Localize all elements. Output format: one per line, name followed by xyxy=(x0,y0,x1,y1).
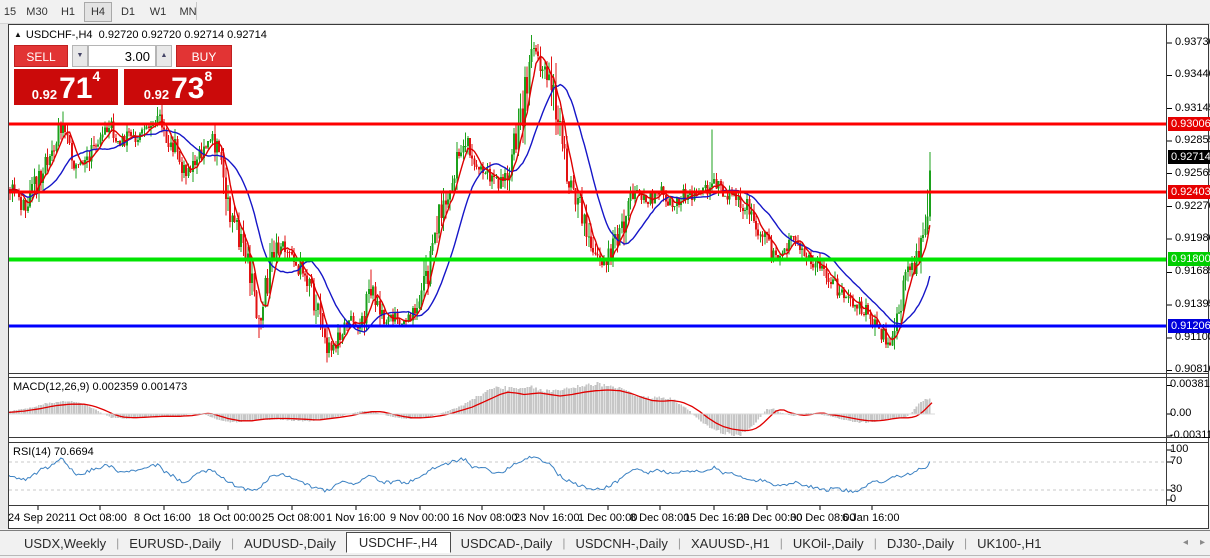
rsi-tick: 70 xyxy=(1170,455,1182,467)
time-tick: 23 Nov 16:00 xyxy=(514,512,579,524)
buy-price-tile[interactable]: 0.92 73 8 xyxy=(124,69,232,105)
tab-scroll-left-icon[interactable]: ◂ xyxy=(1183,537,1188,548)
macd-tick: 0.003811 xyxy=(1170,378,1210,390)
volume-increase-button[interactable]: ▲ xyxy=(156,45,172,67)
level-price-badge: 0.91800 xyxy=(1168,252,1210,266)
time-tick: 1 Dec 00:00 xyxy=(578,512,637,524)
volume-input[interactable] xyxy=(88,45,156,67)
rsi-tick: 100 xyxy=(1170,443,1188,455)
time-tick: 24 Sep 2021 xyxy=(8,512,70,524)
rsi-value: 70.6694 xyxy=(54,446,94,458)
chart-tab-xauusd-h1[interactable]: XAUUSD-,H1 xyxy=(681,534,780,553)
price-tick: 0.91395 xyxy=(1175,298,1210,310)
buy-price-prefix: 0.92 xyxy=(144,87,169,102)
chart-tab-usdcad-daily[interactable]: USDCAD-,Daily xyxy=(451,534,563,553)
time-tick: 8 Oct 16:00 xyxy=(134,512,191,524)
tab-scroll-right-icon[interactable]: ▸ xyxy=(1200,537,1205,548)
chart-tab-audusd-daily[interactable]: AUDUSD-,Daily xyxy=(234,534,346,553)
chart-symbol-period: USDCHF-,H4 xyxy=(26,29,93,41)
chart-tab-uk100-h1[interactable]: UK100-,H1 xyxy=(967,534,1051,553)
chart-tab-dj30-daily[interactable]: DJ30-,Daily xyxy=(877,534,964,553)
time-tick: 25 Oct 08:00 xyxy=(262,512,325,524)
price-tick: 0.91980 xyxy=(1175,232,1210,244)
chart-tab-eurusd-daily[interactable]: EURUSD-,Daily xyxy=(119,534,231,553)
buy-button[interactable]: BUY xyxy=(176,45,232,67)
sell-button[interactable]: SELL xyxy=(14,45,68,67)
time-tick: 8 Dec 08:00 xyxy=(630,512,689,524)
price-tick: 0.91685 xyxy=(1175,265,1210,277)
collapse-arrow-icon[interactable]: ▲ xyxy=(14,30,22,39)
macd-tick: -0.00311 xyxy=(1170,429,1210,441)
time-tick: 1 Oct 08:00 xyxy=(70,512,127,524)
buy-price-main: 73 xyxy=(171,76,204,102)
price-tick: 0.93730 xyxy=(1175,36,1210,48)
rsi-tick: 0 xyxy=(1170,493,1176,505)
level-price-badge: 0.93006 xyxy=(1168,117,1210,131)
level-price-badge: 0.92403 xyxy=(1168,185,1210,199)
chart-title: ▲ USDCHF-,H4 0.92720 0.92720 0.92714 0.92… xyxy=(14,29,267,41)
chart-tab-usdx-weekly[interactable]: USDX,Weekly xyxy=(14,534,116,553)
price-tick: 0.92565 xyxy=(1175,167,1210,179)
buy-price-pip: 8 xyxy=(204,70,212,82)
chart-ohlc-values: 0.92720 0.92720 0.92714 0.92714 xyxy=(99,29,267,41)
price-tick: 0.92270 xyxy=(1175,200,1210,212)
price-tick: 0.90810 xyxy=(1175,363,1210,375)
time-tick: 16 Nov 08:00 xyxy=(452,512,517,524)
sell-price-pip: 4 xyxy=(92,70,100,82)
chart-tab-bar: USDX,Weekly|EURUSD-,Daily|AUDUSD-,DailyU… xyxy=(0,530,1210,558)
rsi-name: RSI(14) xyxy=(13,446,51,458)
sell-price-main: 71 xyxy=(59,76,92,102)
price-tick: 0.93440 xyxy=(1175,68,1210,80)
time-tick: 1 Nov 16:00 xyxy=(326,512,385,524)
time-tick: 18 Oct 00:00 xyxy=(198,512,261,524)
chart-tab-usdcnh-daily[interactable]: USDCNH-,Daily xyxy=(565,534,677,553)
sell-price-tile[interactable]: 0.92 71 4 xyxy=(14,69,118,105)
current-price-badge: 0.92714 xyxy=(1168,150,1210,164)
macd-name: MACD(12,26,9) xyxy=(13,381,89,393)
chart-tab-usdchf-h4[interactable]: USDCHF-,H4 xyxy=(346,532,451,553)
time-tick: 6 Jan 16:00 xyxy=(842,512,900,524)
sell-price-prefix: 0.92 xyxy=(32,87,57,102)
chart-tab-ukoil-daily[interactable]: UKOil-,Daily xyxy=(783,534,874,553)
tabbar-bottom-line xyxy=(0,555,1210,556)
terminal-window: 15M30H1H4D1W1MN ▲USDCHF-,H4 0.92720 0.92… xyxy=(0,0,1210,558)
volume-decrease-button[interactable]: ▼ xyxy=(72,45,88,67)
level-price-badge: 0.91206 xyxy=(1168,319,1210,333)
macd-label: MACD(12,26,9) 0.002359 0.001473 xyxy=(13,381,187,393)
price-tick: 0.92855 xyxy=(1175,134,1210,146)
macd-values: 0.002359 0.001473 xyxy=(92,381,187,393)
rsi-label: RSI(14) 70.6694 xyxy=(13,446,94,458)
one-click-trade-panel: SELL ▼ ▲ BUY 0.92 71 4 0.92 73 8 xyxy=(12,45,234,105)
price-tick: 0.93145 xyxy=(1175,102,1210,114)
macd-tick: 0.00 xyxy=(1170,407,1191,419)
time-tick: 9 Nov 00:00 xyxy=(390,512,449,524)
